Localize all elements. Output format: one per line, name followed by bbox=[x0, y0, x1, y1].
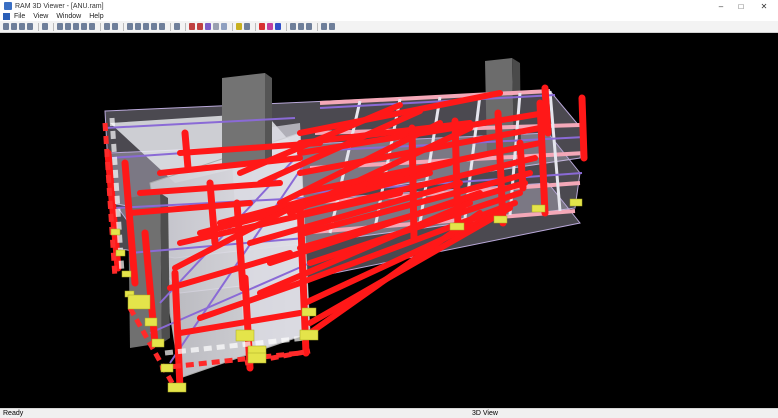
toolbar-separator bbox=[38, 22, 39, 31]
copy-icon[interactable] bbox=[42, 23, 48, 30]
structure-model bbox=[102, 58, 588, 393]
status-ready: Ready bbox=[3, 410, 24, 417]
toolbar bbox=[0, 21, 778, 33]
slabs-icon[interactable] bbox=[221, 23, 227, 30]
view-iso-icon[interactable] bbox=[81, 23, 87, 30]
settings-icon[interactable] bbox=[329, 23, 335, 30]
color-red-icon[interactable] bbox=[259, 23, 265, 30]
save-icon[interactable] bbox=[19, 23, 25, 30]
select-icon[interactable] bbox=[174, 23, 180, 30]
columns-icon[interactable] bbox=[197, 23, 203, 30]
footings-icon[interactable] bbox=[236, 23, 242, 30]
3d-viewport[interactable] bbox=[0, 33, 778, 408]
color-blue-icon[interactable] bbox=[275, 23, 281, 30]
status-view: 3D View bbox=[472, 410, 498, 417]
new-icon[interactable] bbox=[3, 23, 9, 30]
braces-icon[interactable] bbox=[205, 23, 211, 30]
toolbar-separator bbox=[53, 22, 54, 31]
zoom-window-icon[interactable] bbox=[127, 23, 133, 30]
toolbar-separator bbox=[185, 22, 186, 31]
zoom-extents-icon[interactable] bbox=[151, 23, 157, 30]
view-side-icon[interactable] bbox=[73, 23, 79, 30]
toolbar-separator bbox=[232, 22, 233, 31]
title-bar: RAM 3D Viewer - [ANU.ram] – □ ✕ bbox=[0, 0, 778, 12]
joists-icon[interactable] bbox=[244, 23, 250, 30]
app-icon bbox=[4, 2, 12, 10]
beams-icon[interactable] bbox=[189, 23, 195, 30]
menu-file[interactable]: File bbox=[14, 13, 25, 20]
view-top-icon[interactable] bbox=[57, 23, 63, 30]
toolbar-separator bbox=[286, 22, 287, 31]
menu-bar: File View Window Help bbox=[0, 12, 778, 21]
zoom-in-icon[interactable] bbox=[135, 23, 141, 30]
rotate-icon[interactable] bbox=[112, 23, 118, 30]
open-icon[interactable] bbox=[11, 23, 17, 30]
shade-icon[interactable] bbox=[290, 23, 296, 30]
toolbar-separator bbox=[123, 22, 124, 31]
wire-icon[interactable] bbox=[298, 23, 304, 30]
color-magenta-icon[interactable] bbox=[267, 23, 273, 30]
toolbar-separator bbox=[317, 22, 318, 31]
menu-help[interactable]: Help bbox=[89, 13, 103, 20]
zoom-out-icon[interactable] bbox=[143, 23, 149, 30]
transparent-icon[interactable] bbox=[321, 23, 327, 30]
toolbar-separator bbox=[255, 22, 256, 31]
document-icon[interactable] bbox=[3, 13, 10, 20]
menu-window[interactable]: Window bbox=[56, 13, 81, 20]
view-3d-icon[interactable] bbox=[89, 23, 95, 30]
hidden-icon[interactable] bbox=[306, 23, 312, 30]
close-button[interactable]: ✕ bbox=[754, 0, 774, 12]
home-icon[interactable] bbox=[104, 23, 110, 30]
status-bar: Ready 3D View bbox=[0, 408, 778, 418]
pan-icon[interactable] bbox=[159, 23, 165, 30]
menu-view[interactable]: View bbox=[33, 13, 48, 20]
toolbar-separator bbox=[170, 22, 171, 31]
print-icon[interactable] bbox=[27, 23, 33, 30]
minimize-button[interactable]: – bbox=[711, 0, 731, 12]
window-title: RAM 3D Viewer - [ANU.ram] bbox=[15, 2, 104, 10]
toolbar-separator bbox=[100, 22, 101, 31]
maximize-button[interactable]: □ bbox=[731, 0, 751, 12]
walls-icon[interactable] bbox=[213, 23, 219, 30]
view-front-icon[interactable] bbox=[65, 23, 71, 30]
